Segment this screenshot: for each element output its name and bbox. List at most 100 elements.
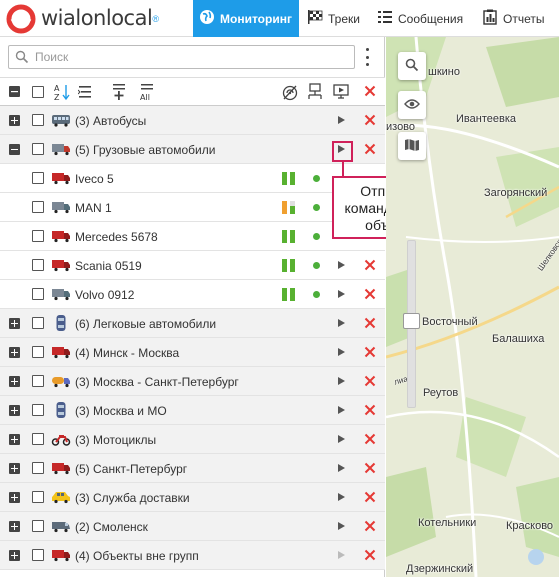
group-row[interactable]: (3) Автобусы: [0, 106, 385, 135]
list-icon: [377, 9, 393, 28]
remove-icon[interactable]: [364, 288, 376, 303]
send-command-icon[interactable]: [338, 493, 345, 501]
report-chart-icon: [482, 9, 498, 28]
map-visibility-button[interactable]: [398, 91, 426, 119]
unit-row[interactable]: MAN 1: [0, 193, 385, 222]
remove-icon[interactable]: [364, 143, 376, 158]
add-all-icon[interactable]: All: [139, 83, 155, 104]
remove-icon[interactable]: [364, 462, 376, 477]
select-all-checkbox[interactable]: [32, 86, 44, 98]
group-row[interactable]: (4) Объекты вне групп: [0, 541, 385, 570]
nav-tracks[interactable]: Треки: [307, 0, 360, 37]
remove-icon[interactable]: [364, 433, 376, 448]
remove-icon[interactable]: [364, 259, 376, 274]
send-command-icon[interactable]: [338, 406, 345, 414]
remove-icon[interactable]: [364, 491, 376, 506]
group-row[interactable]: (3) Служба доставки: [0, 483, 385, 512]
nav-messages[interactable]: Сообщения: [377, 0, 463, 37]
remove-icon[interactable]: [364, 317, 376, 332]
group-checkbox[interactable]: [32, 375, 44, 387]
nav-reports[interactable]: Отчеты: [482, 0, 544, 37]
unit-row[interactable]: Volvo 0912: [0, 280, 385, 309]
group-row[interactable]: (6) Легковые автомобили: [0, 309, 385, 338]
send-command-icon[interactable]: [338, 290, 345, 298]
group-checkbox[interactable]: [32, 317, 44, 329]
group-checkbox[interactable]: [32, 143, 44, 155]
red-truck-icon: [51, 548, 71, 565]
group-row[interactable]: (4) Минск - Москва: [0, 338, 385, 367]
nav-tracks-label: Треки: [328, 11, 360, 26]
remove-icon[interactable]: [364, 520, 376, 535]
unit-label: Volvo 0912: [75, 288, 135, 302]
expand-icon[interactable]: [9, 376, 20, 387]
unit-row[interactable]: Iveco 5: [0, 164, 385, 193]
send-command-icon[interactable]: [338, 377, 345, 385]
unit-checkbox[interactable]: [32, 288, 44, 300]
network-icon[interactable]: [307, 83, 323, 104]
remove-icon[interactable]: [364, 549, 376, 564]
group-checkbox[interactable]: [32, 520, 44, 532]
map-layers-button[interactable]: [398, 132, 426, 160]
sort-az-icon[interactable]: AZ: [54, 83, 70, 104]
expand-icon[interactable]: [9, 521, 20, 532]
unit-checkbox[interactable]: [32, 172, 44, 184]
group-row[interactable]: (3) Мотоциклы: [0, 425, 385, 454]
send-command-icon[interactable]: [338, 551, 345, 559]
expand-icon[interactable]: [9, 463, 20, 474]
unit-checkbox[interactable]: [32, 259, 44, 271]
remove-icon[interactable]: [364, 375, 376, 390]
group-label: (6) Легковые автомобили: [75, 317, 217, 331]
expand-icon[interactable]: [9, 318, 20, 329]
collapse-icon[interactable]: [9, 144, 20, 155]
expand-icon[interactable]: [9, 347, 20, 358]
sort-list-icon[interactable]: [77, 83, 94, 104]
nav-monitoring[interactable]: Мониторинг: [193, 0, 299, 37]
expand-icon[interactable]: [9, 405, 20, 416]
expand-icon[interactable]: [9, 550, 20, 561]
group-checkbox[interactable]: [32, 346, 44, 358]
send-command-icon[interactable]: [338, 464, 345, 472]
group-row[interactable]: (3) Москва и МО: [0, 396, 385, 425]
group-checkbox[interactable]: [32, 549, 44, 561]
group-checkbox[interactable]: [32, 404, 44, 416]
group-row[interactable]: (5) Грузовые автомобили: [0, 135, 385, 164]
group-checkbox[interactable]: [32, 114, 44, 126]
unit-row[interactable]: Scania 0519: [0, 251, 385, 280]
remove-icon[interactable]: [364, 346, 376, 361]
group-checkbox[interactable]: [32, 491, 44, 503]
unit-label: Iveco 5: [75, 172, 114, 186]
send-command-icon[interactable]: [338, 116, 345, 124]
logo-icon: [6, 4, 36, 34]
search-input[interactable]: [35, 49, 345, 65]
zoom-slider-handle[interactable]: [403, 313, 420, 329]
unit-checkbox[interactable]: [32, 201, 44, 213]
add-units-icon[interactable]: [112, 83, 126, 104]
send-command-icon[interactable]: [338, 435, 345, 443]
remove-icon[interactable]: [364, 114, 376, 129]
unit-row[interactable]: Mercedes 5678: [0, 222, 385, 251]
map-search-button[interactable]: [398, 52, 426, 80]
nav-monitoring-label: Мониторинг: [220, 11, 292, 26]
send-command-icon[interactable]: [338, 348, 345, 356]
send-command-icon[interactable]: [338, 522, 345, 530]
expand-icon[interactable]: [9, 115, 20, 126]
unit-checkbox[interactable]: [32, 230, 44, 242]
send-command-icon[interactable]: [338, 261, 345, 269]
expand-icon[interactable]: [9, 492, 20, 503]
group-checkbox[interactable]: [32, 462, 44, 474]
remove-all-icon[interactable]: [364, 85, 376, 100]
send-command-icon[interactable]: [338, 319, 345, 327]
signal-icon[interactable]: [282, 83, 298, 104]
collapse-all-icon[interactable]: [9, 86, 20, 97]
group-row[interactable]: (5) Санкт-Петербург: [0, 454, 385, 483]
remove-icon[interactable]: [364, 404, 376, 419]
expand-icon[interactable]: [9, 434, 20, 445]
more-options-icon[interactable]: [360, 48, 374, 66]
send-command-icon[interactable]: [333, 83, 349, 104]
group-row[interactable]: (3) Москва - Санкт-Петербург: [0, 367, 385, 396]
app-logo[interactable]: wialonlocal ®: [6, 4, 159, 34]
search-icon: [15, 50, 29, 67]
group-row[interactable]: (2) Смоленск: [0, 512, 385, 541]
red-truck-icon: [51, 171, 71, 188]
group-checkbox[interactable]: [32, 433, 44, 445]
